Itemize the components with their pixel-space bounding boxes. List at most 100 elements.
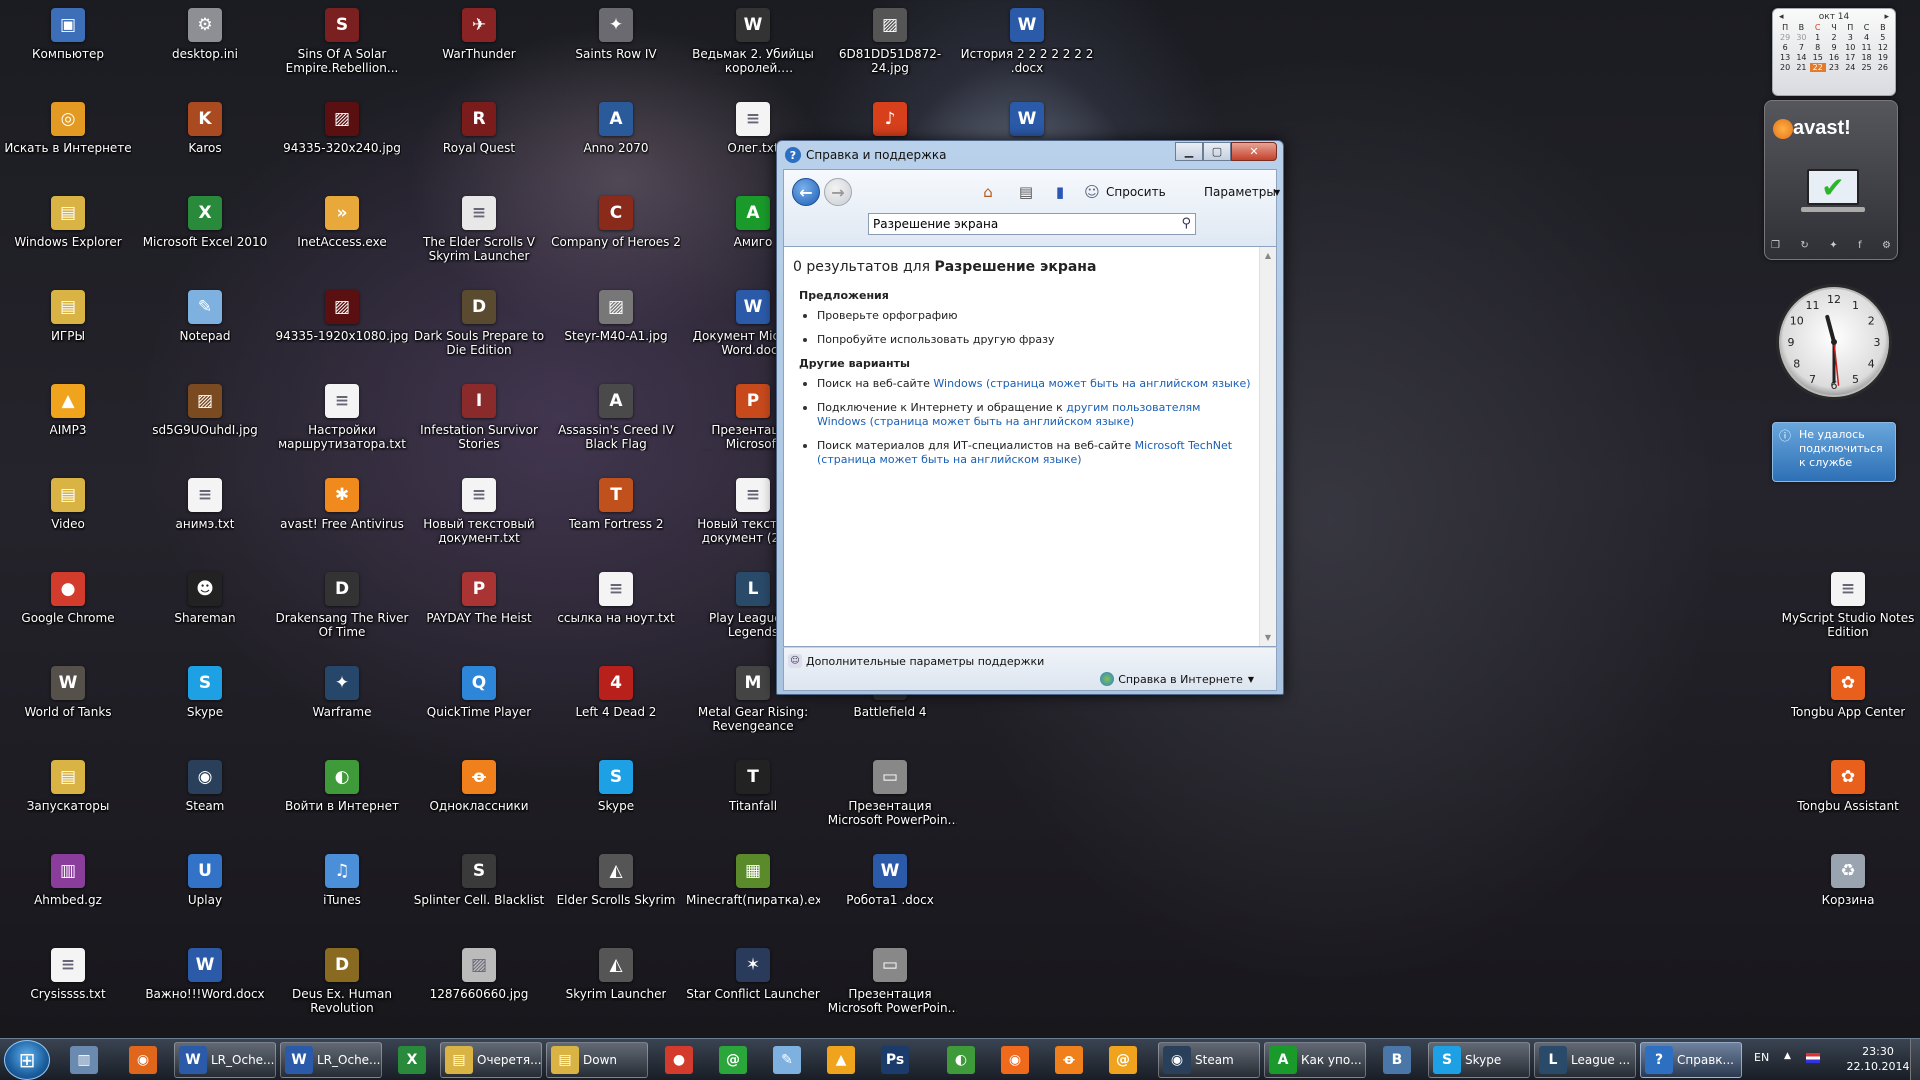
taskbar-folder-2[interactable]: ▤ Down [546,1042,648,1078]
taskbar-photoshop[interactable]: Ps [872,1042,918,1078]
desktop-icon[interactable]: ▨ Steyr-M40-A1.jpg [548,282,684,374]
desktop-icon[interactable]: A Assassin's Creed IV Black Flag [548,376,684,468]
desktop-icon[interactable]: ≡ анимэ.txt [137,470,273,562]
prev-month-icon[interactable]: ◂ [1779,12,1784,22]
desktop-icon[interactable]: I Infestation Survivor Stories [411,376,547,468]
taskbar-vk[interactable]: B [1374,1042,1420,1078]
calendar-day[interactable]: 14 [1793,53,1809,62]
taskbar-aimp[interactable]: ▲ [818,1042,864,1078]
forward-button[interactable]: → [824,178,852,206]
calendar-day[interactable]: 8 [1810,43,1826,52]
desktop-icon[interactable]: ◉ Steam [137,752,273,844]
desktop-icon[interactable]: ✦ Saints Row IV [548,0,684,92]
desktop-icon[interactable]: A Anno 2070 [548,94,684,186]
vertical-scrollbar[interactable]: ▲ ▼ [1259,247,1276,646]
desktop-icon[interactable]: D Dark Souls Prepare to Die Edition [411,282,547,374]
desktop-icon[interactable]: W История 2 2 2 2 2 2 2 .docx [959,0,1095,92]
desktop-icon[interactable]: R Royal Quest [411,94,547,186]
show-hidden-icons-icon[interactable]: ▲ [1784,1051,1791,1061]
calendar-day[interactable]: 25 [1858,63,1874,72]
desktop-icon[interactable]: W Робота1 .docx [822,846,958,938]
settings-icon[interactable]: ⚙ [1882,240,1891,251]
desktop-icon[interactable]: T Titanfall [685,752,821,844]
desktop-icon[interactable]: Q QuickTime Player [411,658,547,750]
desktop-icon[interactable]: ⚙ desktop.ini [137,0,273,92]
chevron-down-icon[interactable]: ▼ [1274,188,1280,197]
calendar-day[interactable]: 29 [1777,33,1793,42]
desktop-icon[interactable]: ≡ The Elder Scrolls V Skyrim Launcher [411,188,547,280]
taskbar-help[interactable]: ? Справк... [1640,1042,1742,1078]
desktop-icon[interactable]: S Sins Of A Solar Empire.Rebellion... [274,0,410,92]
desktop-icon[interactable]: U Uplay [137,846,273,938]
desktop-icon[interactable]: ◐ Войти в Интернет [274,752,410,844]
desktop-icon[interactable]: » InetAccess.exe [274,188,410,280]
desktop-icon[interactable]: ✎ Notepad [137,282,273,374]
taskbar-chrome[interactable]: ● [656,1042,702,1078]
taskbar-word-1[interactable]: W LR_Oche... [174,1042,276,1078]
calendar-day[interactable]: 18 [1858,53,1874,62]
taskbar-internet[interactable]: ◐ [938,1042,984,1078]
calendar-day[interactable]: 17 [1842,53,1858,62]
desktop-icon[interactable]: ✶ Star Conflict Launcher [685,940,821,1032]
scroll-down-icon[interactable]: ▼ [1260,629,1276,646]
desktop-icon[interactable]: W World of Tanks [0,658,136,750]
desktop-icon[interactable]: T Team Fortress 2 [548,470,684,562]
desktop-icon[interactable]: S Skype [137,658,273,750]
taskbar-notepad[interactable]: ✎ [764,1042,810,1078]
desktop-icon[interactable]: ✿ Tongbu Assistant [1780,752,1916,844]
desktop-icon[interactable]: W Важно!!!Word.docx [137,940,273,1032]
desktop-icon[interactable]: ♫ iTunes [274,846,410,938]
desktop-icon[interactable]: ▥ Ahmbed.gz [0,846,136,938]
ask-button[interactable]: Спросить [1106,185,1166,199]
calendar-day[interactable]: 4 [1858,33,1874,42]
taskbar-steam[interactable]: ◉ Steam [1158,1042,1260,1078]
desktop-icon[interactable]: ≡ Настройки маршрутизатора.txt [274,376,410,468]
home-icon[interactable]: ⌂ [976,180,1000,204]
maximize-button[interactable]: ▢ [1203,142,1231,161]
desktop-icon[interactable]: D Deus Ex. Human Revolution [274,940,410,1032]
desktop-icon[interactable]: X Microsoft Excel 2010 [137,188,273,280]
browse-help-icon[interactable]: ▮ [1048,180,1072,204]
calendar-day[interactable]: 9 [1826,43,1842,52]
calendar-day[interactable]: 1 [1810,33,1826,42]
taskbar-word-2[interactable]: W LR_Oche... [280,1042,382,1078]
avast-gadget[interactable]: avast! ✔ ❐ ↻ ✦ f ⚙ [1764,100,1898,260]
calendar-day[interactable]: 21 [1793,63,1809,72]
facebook-icon[interactable]: f [1858,240,1862,251]
calendar-today[interactable]: 22 [1809,63,1826,72]
desktop-icon[interactable]: D Drakensang The River Of Time [274,564,410,656]
close-button[interactable]: ✕ [1231,142,1277,161]
taskbar-odnoklassniki[interactable]: ꝋ [1046,1042,1092,1078]
refresh-icon[interactable]: ↻ [1800,240,1808,251]
calendar-day[interactable]: 13 [1777,53,1793,62]
desktop-icon[interactable]: ● Google Chrome [0,564,136,656]
help-support-window[interactable]: ? Справка и поддержка ▁ ▢ ✕ ← → ⌂ ▤ ▮ ☺ … [776,140,1284,695]
desktop-icon[interactable]: 4 Left 4 Dead 2 [548,658,684,750]
desktop-icon[interactable]: ▤ Windows Explorer [0,188,136,280]
windows-website-link[interactable]: Windows (страница может быть на английск… [933,377,1250,390]
calendar-day[interactable]: 30 [1793,33,1809,42]
desktop-icon[interactable]: ◭ Skyrim Launcher [548,940,684,1032]
start-button[interactable]: ⊞ [4,1040,50,1080]
clock-gadget[interactable]: 1234567891011 12 [1772,280,1896,404]
desktop-icon[interactable]: ✈ WarThunder [411,0,547,92]
calendar-day[interactable]: 12 [1875,43,1891,52]
window-titlebar[interactable]: ? Справка и поддержка ▁ ▢ ✕ [777,141,1283,169]
desktop-icon[interactable]: ♻ Корзина [1780,846,1916,938]
taskbar-firefox[interactable]: ◉ [118,1042,168,1078]
desktop-icon[interactable]: S Skype [548,752,684,844]
calendar-day[interactable]: 26 [1875,63,1891,72]
flag-icon[interactable] [1806,1053,1820,1063]
calendar-day[interactable]: 20 [1777,63,1793,72]
next-month-icon[interactable]: ▸ [1884,12,1889,22]
desktop-icon[interactable]: K Karos [137,94,273,186]
twitter-icon[interactable]: ✦ [1829,240,1837,251]
desktop-icon[interactable]: ✿ Tongbu App Center [1780,658,1916,750]
taskbar-excel[interactable]: X [390,1042,434,1078]
taskbar-skype[interactable]: S Skype [1428,1042,1530,1078]
desktop-icon[interactable]: ꝋ Одноклассники [411,752,547,844]
service-notice-gadget[interactable]: ⓘ Не удалось подключиться к службе [1772,422,1896,482]
calendar-day[interactable]: 19 [1875,53,1891,62]
calendar-day[interactable]: 16 [1826,53,1842,62]
online-help-dropdown[interactable]: Справка в Интернете ▼ [1100,672,1254,686]
